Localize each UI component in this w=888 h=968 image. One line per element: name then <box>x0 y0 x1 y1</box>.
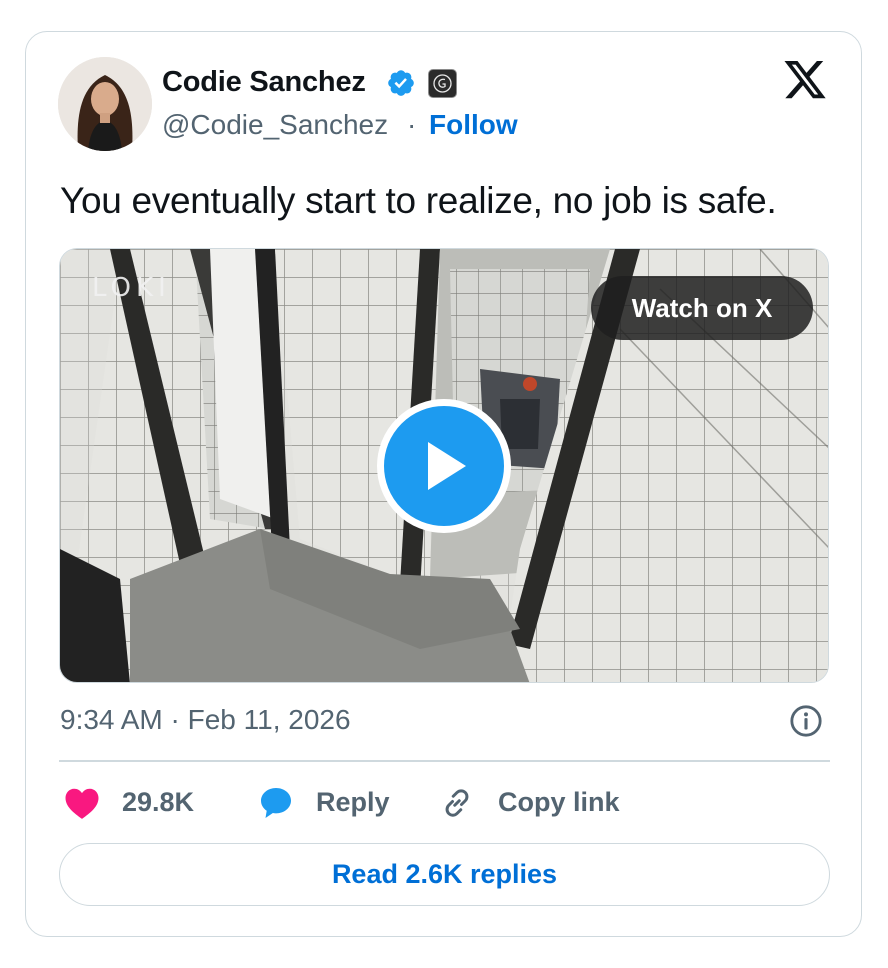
watch-on-x-button[interactable]: Watch on X <box>591 276 813 340</box>
video-player[interactable]: LOKI Watch on X <box>59 248 829 683</box>
read-replies-button[interactable]: Read 2.6K replies <box>59 843 830 906</box>
heart-icon[interactable] <box>64 786 100 820</box>
tweet-text: You eventually start to realize, no job … <box>60 180 777 221</box>
author-name[interactable]: Codie Sanchez <box>162 66 366 99</box>
handle-separator: · <box>407 109 417 140</box>
follow-button[interactable]: Follow <box>429 109 518 141</box>
loki-watermark: LOKI <box>92 273 171 303</box>
tweet-timestamp[interactable]: 9:34 AM · Feb 11, 2026 <box>60 704 351 736</box>
x-logo-icon[interactable] <box>782 61 828 103</box>
avatar[interactable] <box>58 57 152 151</box>
author-handle[interactable]: @Codie_Sanchez <box>162 109 388 141</box>
info-icon[interactable] <box>789 704 823 738</box>
reply-button[interactable]: Reply <box>316 787 390 818</box>
play-button[interactable] <box>377 399 511 533</box>
play-icon <box>428 442 466 490</box>
affiliate-badge-icon <box>428 69 457 98</box>
copy-link-button[interactable]: Copy link <box>498 787 620 818</box>
like-count[interactable]: 29.8K <box>122 787 194 818</box>
link-icon[interactable] <box>439 785 475 821</box>
divider <box>59 760 830 762</box>
verified-badge-icon <box>388 70 414 96</box>
speech-bubble-icon[interactable] <box>257 785 295 821</box>
